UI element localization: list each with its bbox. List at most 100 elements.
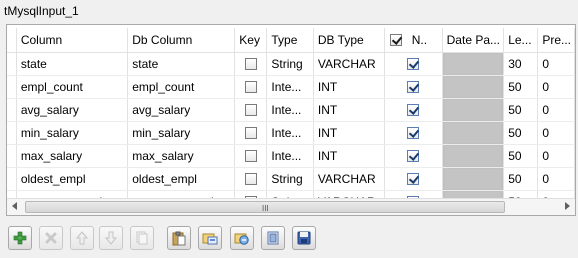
cell-key[interactable] bbox=[234, 75, 268, 99]
row-header[interactable] bbox=[7, 98, 17, 122]
cell-db-type[interactable]: INT bbox=[313, 121, 385, 145]
header-column[interactable]: Column bbox=[16, 28, 129, 53]
header-db-column[interactable]: Db Column bbox=[127, 28, 236, 53]
cell-key[interactable] bbox=[234, 52, 268, 76]
header-nullable[interactable]: N.. bbox=[412, 33, 427, 47]
cell-db-type[interactable]: INT bbox=[313, 75, 385, 99]
cell-column[interactable]: avg_salary bbox=[16, 98, 129, 122]
cell-column[interactable]: max_salary bbox=[16, 144, 129, 168]
table-row[interactable]: oldest_empl oldest_empl String VARCHAR 50 0 bbox=[7, 167, 575, 191]
table-row[interactable]: avg_salary avg_salary Inte... INT 50 0 bbox=[7, 98, 575, 122]
cell-date-pattern[interactable] bbox=[442, 121, 505, 145]
move-up-button[interactable] bbox=[70, 226, 94, 250]
cell-precision[interactable]: 0 bbox=[537, 167, 575, 191]
header-length[interactable]: Le... bbox=[503, 28, 539, 53]
cell-precision[interactable]: 0 bbox=[537, 75, 575, 99]
cell-column[interactable]: empl_count bbox=[16, 75, 129, 99]
cell-key[interactable] bbox=[234, 167, 268, 191]
cell-type[interactable]: Inte... bbox=[266, 75, 314, 99]
row-header[interactable] bbox=[7, 121, 17, 145]
cell-column[interactable]: min_salary bbox=[16, 121, 129, 145]
table-row[interactable]: state state String VARCHAR 30 0 bbox=[7, 52, 575, 76]
schema-grid[interactable]: Column Db Column Key Type DB Type N.. Da… bbox=[7, 28, 575, 214]
row-header[interactable] bbox=[7, 167, 17, 191]
header-key[interactable]: Key bbox=[234, 28, 268, 53]
scroll-thumb[interactable]: III bbox=[25, 201, 505, 213]
key-checkbox[interactable] bbox=[244, 150, 257, 163]
table-row[interactable]: min_salary min_salary Inte... INT 50 0 bbox=[7, 121, 575, 145]
cell-date-pattern[interactable] bbox=[442, 144, 505, 168]
cell-nullable[interactable] bbox=[384, 144, 443, 168]
cell-precision[interactable]: 0 bbox=[537, 98, 575, 122]
cell-key[interactable] bbox=[234, 121, 268, 145]
export-button[interactable] bbox=[230, 226, 254, 250]
row-header[interactable] bbox=[7, 75, 17, 99]
cell-length[interactable]: 50 bbox=[503, 98, 539, 122]
save-button[interactable] bbox=[292, 226, 316, 250]
select-all-checkbox[interactable] bbox=[389, 34, 402, 47]
cell-column[interactable]: oldest_empl bbox=[16, 167, 129, 191]
row-header[interactable] bbox=[7, 144, 17, 168]
cell-db-type[interactable]: INT bbox=[313, 144, 385, 168]
row-header[interactable] bbox=[7, 52, 17, 76]
cell-db-column[interactable]: avg_salary bbox=[127, 98, 236, 122]
cell-type[interactable]: String bbox=[266, 167, 314, 191]
cell-length[interactable]: 50 bbox=[503, 121, 539, 145]
scroll-left-icon[interactable] bbox=[12, 202, 17, 210]
reset-button[interactable] bbox=[261, 226, 285, 250]
cell-precision[interactable]: 0 bbox=[537, 144, 575, 168]
cell-type[interactable]: Inte... bbox=[266, 98, 314, 122]
cell-date-pattern[interactable] bbox=[442, 98, 505, 122]
copy-button[interactable] bbox=[130, 226, 154, 250]
nullable-checkbox[interactable] bbox=[407, 127, 420, 140]
header-db-type[interactable]: DB Type bbox=[313, 28, 385, 53]
cell-db-type[interactable]: VARCHAR bbox=[313, 52, 385, 76]
cell-date-pattern[interactable] bbox=[442, 52, 505, 76]
table-row[interactable]: empl_count empl_count Inte... INT 50 0 bbox=[7, 75, 575, 99]
header-type[interactable]: Type bbox=[266, 28, 314, 53]
cell-date-pattern[interactable] bbox=[442, 167, 505, 191]
cell-type[interactable]: Inte... bbox=[266, 121, 314, 145]
key-checkbox[interactable] bbox=[244, 81, 257, 94]
nullable-checkbox[interactable] bbox=[407, 104, 420, 117]
cell-key[interactable] bbox=[234, 98, 268, 122]
cell-length[interactable]: 30 bbox=[503, 52, 539, 76]
cell-key[interactable] bbox=[234, 144, 268, 168]
move-down-button[interactable] bbox=[99, 226, 123, 250]
cell-length[interactable]: 50 bbox=[503, 167, 539, 191]
header-select-all[interactable]: N.. bbox=[384, 28, 443, 53]
add-button[interactable] bbox=[8, 226, 32, 250]
cell-db-column[interactable]: oldest_empl bbox=[127, 167, 236, 191]
cell-db-column[interactable]: max_salary bbox=[127, 144, 236, 168]
cell-length[interactable]: 50 bbox=[503, 144, 539, 168]
header-date-pattern[interactable]: Date Pa... bbox=[442, 28, 505, 53]
cell-nullable[interactable] bbox=[384, 98, 443, 122]
cell-nullable[interactable] bbox=[384, 121, 443, 145]
key-checkbox[interactable] bbox=[244, 58, 257, 71]
cell-precision[interactable]: 0 bbox=[537, 52, 575, 76]
cell-nullable[interactable] bbox=[384, 52, 443, 76]
key-checkbox[interactable] bbox=[244, 173, 257, 186]
cell-length[interactable]: 50 bbox=[503, 75, 539, 99]
cell-db-type[interactable]: VARCHAR bbox=[313, 167, 385, 191]
cell-date-pattern[interactable] bbox=[442, 75, 505, 99]
cell-precision[interactable]: 0 bbox=[537, 121, 575, 145]
cell-nullable[interactable] bbox=[384, 75, 443, 99]
nullable-checkbox[interactable] bbox=[407, 150, 420, 163]
remove-button[interactable] bbox=[39, 226, 63, 250]
cell-db-type[interactable]: INT bbox=[313, 98, 385, 122]
cell-db-column[interactable]: empl_count bbox=[127, 75, 236, 99]
nullable-checkbox[interactable] bbox=[407, 173, 420, 186]
schema-table[interactable]: Column Db Column Key Type DB Type N.. Da… bbox=[6, 24, 576, 216]
cell-db-column[interactable]: state bbox=[127, 52, 236, 76]
cell-type[interactable]: Inte... bbox=[266, 144, 314, 168]
nullable-checkbox[interactable] bbox=[407, 58, 420, 71]
horizontal-scrollbar[interactable]: III bbox=[7, 198, 575, 215]
import-button[interactable] bbox=[198, 226, 222, 250]
header-precision[interactable]: Pre... bbox=[537, 28, 575, 53]
key-checkbox[interactable] bbox=[244, 104, 257, 117]
cell-nullable[interactable] bbox=[384, 167, 443, 191]
cell-db-column[interactable]: min_salary bbox=[127, 121, 236, 145]
table-row[interactable]: max_salary max_salary Inte... INT 50 0 bbox=[7, 144, 575, 168]
key-checkbox[interactable] bbox=[244, 127, 257, 140]
